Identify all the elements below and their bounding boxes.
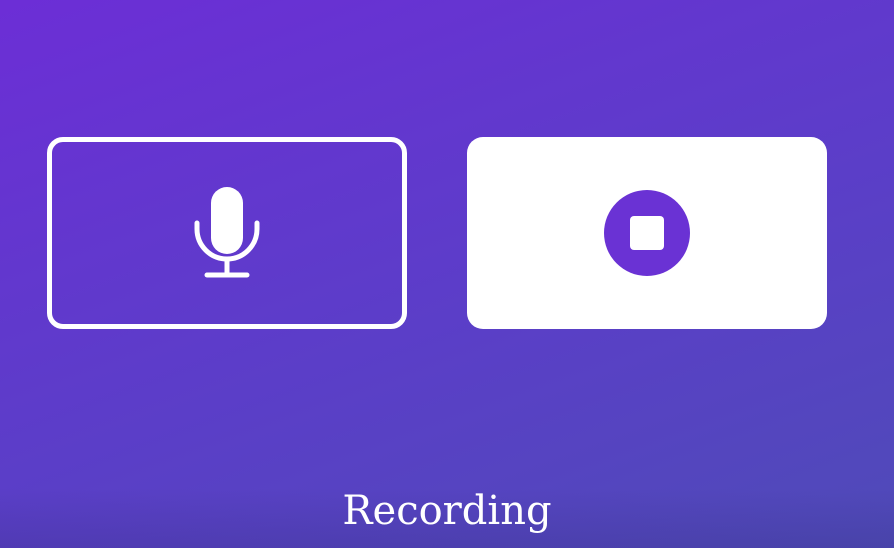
stop-square xyxy=(630,216,664,250)
stop-button[interactable] xyxy=(467,137,827,329)
recording-status-label: Recording xyxy=(342,488,552,534)
stop-icon xyxy=(604,190,690,276)
microphone-button[interactable] xyxy=(47,137,407,329)
microphone-icon xyxy=(194,187,260,278)
